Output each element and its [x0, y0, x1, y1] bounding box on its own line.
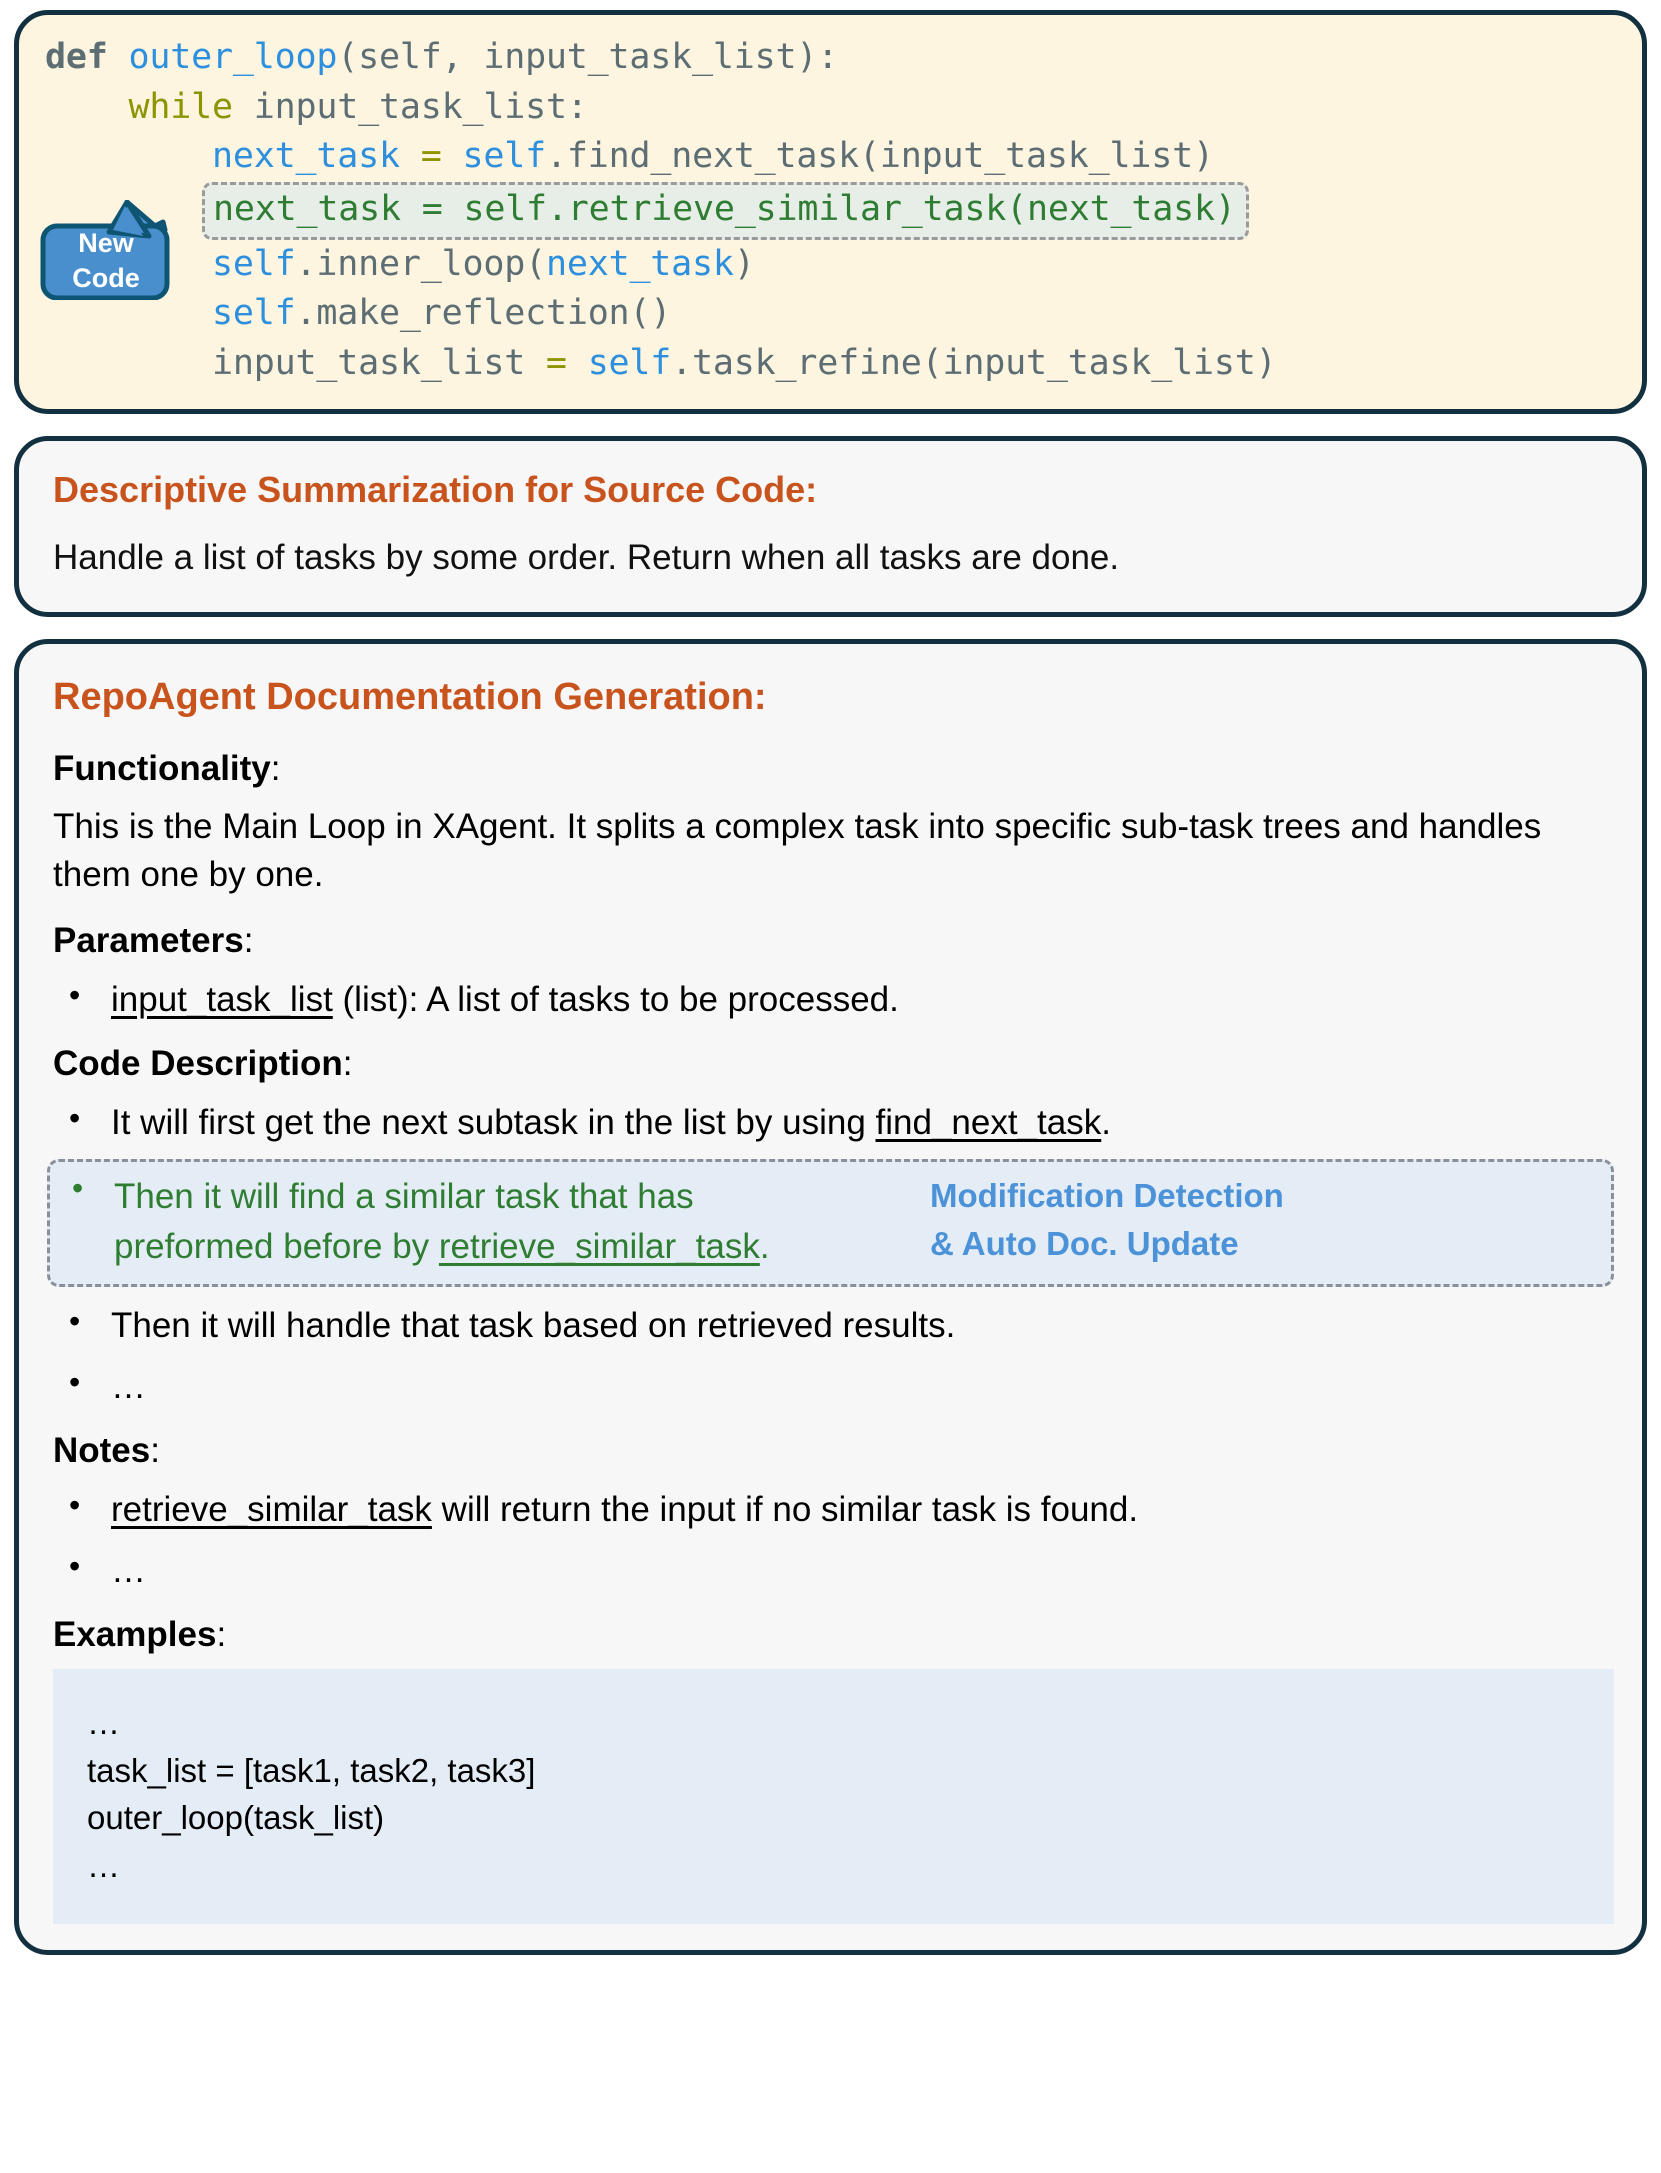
functionality-heading-colon: :: [270, 748, 281, 788]
list-item: Then it will handle that task based on r…: [47, 1299, 1614, 1350]
param-desc: (list): A list of tasks to be processed.: [332, 980, 899, 1020]
parameters-heading: Parameters:: [53, 921, 1614, 961]
new-code-line-highlight: next_task = self.retrieve_similar_task(n…: [201, 182, 1249, 240]
mod-label-line-2: & Auto Doc. Update: [930, 1225, 1239, 1263]
code-token: self: [211, 243, 296, 284]
code-token: ): [733, 243, 755, 284]
code-description-list-top: It will first get the next subtask in th…: [47, 1096, 1614, 1147]
cd-item1-mono: find_next_task: [875, 1103, 1102, 1143]
code-line-content: self.make_reflection(): [212, 293, 671, 333]
functionality-heading: Functionality:: [53, 749, 1614, 789]
parameters-list: input_task_list (list): A list of tasks …: [47, 973, 1614, 1024]
list-item: …: [47, 1360, 1614, 1411]
code-line-content: def outer_loop(self, input_task_list):: [45, 37, 838, 77]
examples-code-line: task_list = [task1, task2, task3]: [87, 1751, 536, 1789]
mod-line2-pre: preformed before by: [114, 1227, 439, 1267]
code-token: self: [587, 343, 672, 384]
notes-item1-rest: will return the input if no similar task…: [431, 1489, 1139, 1529]
notes-heading-colon: :: [150, 1430, 160, 1470]
descriptive-summarization-card: Descriptive Summarization for Source Cod…: [14, 435, 1647, 617]
examples-code-line: …: [87, 1703, 122, 1741]
slide-root: def outer_loop(self, input_task_list): w…: [0, 0, 1661, 2173]
examples-code-line: outer_loop(task_list): [87, 1799, 385, 1837]
code-token: input_task_list:: [253, 86, 588, 127]
code-block: def outer_loop(self, input_task_list): w…: [45, 33, 1616, 389]
list-item: retrieve_similar_task will return the in…: [47, 1483, 1614, 1534]
parameters-heading-colon: :: [243, 921, 254, 961]
code-token: next_task: [545, 243, 734, 284]
code-token: next_task: [211, 136, 400, 177]
code-description-heading: Code Description:: [53, 1044, 1614, 1084]
list-item: …: [47, 1544, 1614, 1595]
param-name: input_task_list: [111, 980, 333, 1020]
code-description-list-bottom: Then it will handle that task based on r…: [47, 1299, 1614, 1411]
mod-line2-mono: retrieve_similar_task: [438, 1227, 760, 1267]
examples-heading-colon: :: [216, 1614, 227, 1654]
code-line-content: input_task_list = self.task_refine(input…: [212, 343, 1277, 383]
code-token: while: [128, 86, 254, 127]
code-description-heading-colon: :: [342, 1044, 353, 1084]
parameters-heading-label: Parameters: [53, 921, 244, 961]
notes-item1-mono: retrieve_similar_task: [111, 1489, 432, 1529]
callout-bubble-shape: [40, 200, 170, 300]
code-token: .make_reflection(): [295, 293, 672, 334]
cd-item1-post: .: [1101, 1103, 1111, 1143]
summary-card-text: Handle a list of tasks by some order. Re…: [53, 537, 1120, 577]
code-token: =: [399, 136, 463, 177]
code-token: self: [462, 136, 546, 177]
source-code-card: def outer_loop(self, input_task_list): w…: [14, 10, 1647, 414]
notes-list: retrieve_similar_task will return the in…: [47, 1483, 1614, 1595]
code-line-content: while input_task_list:: [129, 87, 588, 127]
cd-item1-pre: It will first get the next subtask in th…: [111, 1103, 876, 1143]
new-code-callout: New Code: [39, 200, 171, 300]
code-line: def outer_loop(self, input_task_list):: [45, 33, 1616, 83]
code-line: input_task_list = self.task_refine(input…: [45, 339, 1616, 389]
examples-heading: Examples:: [53, 1615, 1614, 1655]
functionality-text: This is the Main Loop in XAgent. It spli…: [53, 806, 1542, 895]
modification-detection-label: Modification Detection & Auto Doc. Updat…: [930, 1172, 1284, 1268]
code-token: self: [211, 293, 296, 334]
code-token: next_task = self.retrieve_similar_task(n…: [212, 189, 1236, 230]
mod-text-line-1: Then it will find a similar task that ha…: [114, 1177, 694, 1217]
repoagent-documentation-card: RepoAgent Documentation Generation: Func…: [14, 638, 1647, 1956]
modification-detection-highlight: Then it will find a similar task that ha…: [47, 1159, 1614, 1287]
code-token: .task_refine(input_task_list): [671, 343, 1277, 384]
examples-heading-label: Examples: [53, 1614, 217, 1654]
notes-heading: Notes:: [53, 1431, 1614, 1471]
code-description-heading-label: Code Description: [53, 1044, 343, 1084]
code-token: (self, input_task_list):: [337, 37, 839, 77]
code-line: self.make_reflection(): [45, 289, 1616, 339]
code-token: outer_loop: [128, 37, 338, 77]
summary-card-title: Descriptive Summarization for Source Cod…: [53, 468, 818, 510]
doc-card-title: RepoAgent Documentation Generation:: [53, 675, 767, 718]
code-line: next_task = self.retrieve_similar_task(n…: [45, 182, 1616, 240]
notes-heading-label: Notes: [53, 1430, 151, 1470]
list-item: input_task_list (list): A list of tasks …: [47, 973, 1614, 1024]
code-token: input_task_list: [211, 343, 526, 384]
code-token: .find_next_task(input_task_list): [545, 136, 1214, 177]
code-token: .inner_loop(: [295, 243, 546, 284]
code-line-content: next_task = self.find_next_task(input_ta…: [212, 136, 1214, 176]
functionality-heading-label: Functionality: [53, 748, 271, 788]
mod-label-line-1: Modification Detection: [930, 1177, 1284, 1215]
code-token: def: [45, 37, 129, 77]
code-line: while input_task_list:: [45, 83, 1616, 133]
list-item: It will first get the next subtask in th…: [47, 1096, 1614, 1147]
code-line: next_task = self.find_next_task(input_ta…: [45, 132, 1616, 182]
list-item: Then it will find a similar task that ha…: [50, 1170, 930, 1272]
mod-text-line-2: preformed before by retrieve_similar_tas…: [114, 1222, 930, 1272]
code-line-content: self.inner_loop(next_task): [212, 244, 755, 284]
examples-code-box: … task_list = [task1, task2, task3] outer_…: [53, 1668, 1614, 1925]
mod-line2-post: .: [759, 1227, 770, 1267]
code-token: =: [525, 343, 588, 384]
code-line: self.inner_loop(next_task): [45, 240, 1616, 290]
examples-code-line: …: [87, 1847, 122, 1885]
